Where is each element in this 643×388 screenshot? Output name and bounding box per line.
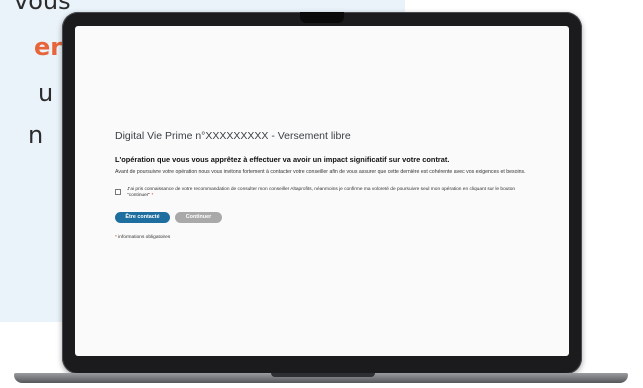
contact-button[interactable]: Être contacté — [115, 211, 170, 223]
confirmation-row: J'ai pris connaissance de votre recomman… — [115, 187, 555, 200]
required-note-text: informations obligatoires — [118, 234, 171, 240]
operation-form: Digital Vie Prime n°XXXXXXXXX - Versemen… — [115, 130, 555, 240]
laptop-hinge — [271, 373, 375, 377]
confirmation-label: J'ai pris connaissance de votre recomman… — [127, 187, 532, 200]
confirmation-text: J'ai pris connaissance de votre recomman… — [127, 187, 516, 199]
camera-notch — [300, 12, 344, 23]
continue-button[interactable]: Continuer — [175, 211, 222, 223]
background-line-3: u — [38, 79, 54, 107]
confirmation-checkbox[interactable] — [115, 189, 121, 195]
background-line-2: er — [34, 33, 63, 61]
intro-text: Avant de poursuivre votre opération nous… — [115, 169, 526, 175]
page-title: Digital Vie Prime n°XXXXXXXXX - Versemen… — [115, 130, 351, 142]
impact-heading: L'opération que vous vous apprêtez à eff… — [115, 155, 450, 164]
required-note: * informations obligatoires — [115, 235, 555, 240]
background-line-4: n — [28, 121, 44, 149]
action-buttons: Être contacté Continuer — [115, 211, 555, 223]
required-star: * — [151, 193, 154, 199]
laptop-lid: Digital Vie Prime n°XXXXXXXXX - Versemen… — [62, 12, 582, 374]
laptop-screen: Digital Vie Prime n°XXXXXXXXX - Versemen… — [75, 26, 569, 356]
required-note-star: * — [115, 234, 117, 240]
background-line-1: vous — [14, 0, 71, 15]
